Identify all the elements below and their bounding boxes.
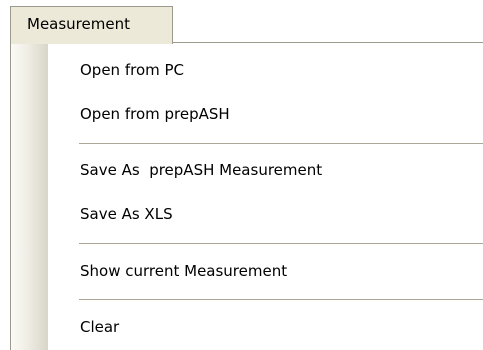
menu-item-save-as-xls[interactable]: Save As XLS [48, 199, 483, 229]
menu-item-label: Show current Measurement [80, 262, 288, 280]
menu-item-label: Save As XLS [80, 205, 173, 223]
menu-item-label: Clear [80, 318, 120, 336]
menu-item-label: Open from prepASH [80, 105, 230, 123]
menu-item-label: Open from PC [80, 61, 185, 79]
menu-separator [79, 143, 483, 144]
menu-item-open-from-pc[interactable]: Open from PC [48, 55, 483, 85]
menu-measurement-label: Measurement [27, 15, 130, 33]
menu-item-open-from-prepash[interactable]: Open from prepASH [48, 99, 483, 129]
menu-separator [79, 299, 483, 300]
menu-item-clear[interactable]: Clear [48, 312, 483, 342]
menu-bar: Measurement [0, 0, 483, 44]
menu-measurement[interactable]: Measurement [10, 6, 173, 44]
menu-icon-gutter [11, 43, 48, 350]
measurement-dropdown-menu: Open from PC Open from prepASH Save As p… [10, 42, 483, 350]
menu-item-save-as-prepash-measurement[interactable]: Save As prepASH Measurement [48, 155, 483, 185]
menu-item-show-current-measurement[interactable]: Show current Measurement [48, 256, 483, 286]
menu-separator [79, 243, 483, 244]
menu-item-label: Save As prepASH Measurement [80, 161, 323, 179]
